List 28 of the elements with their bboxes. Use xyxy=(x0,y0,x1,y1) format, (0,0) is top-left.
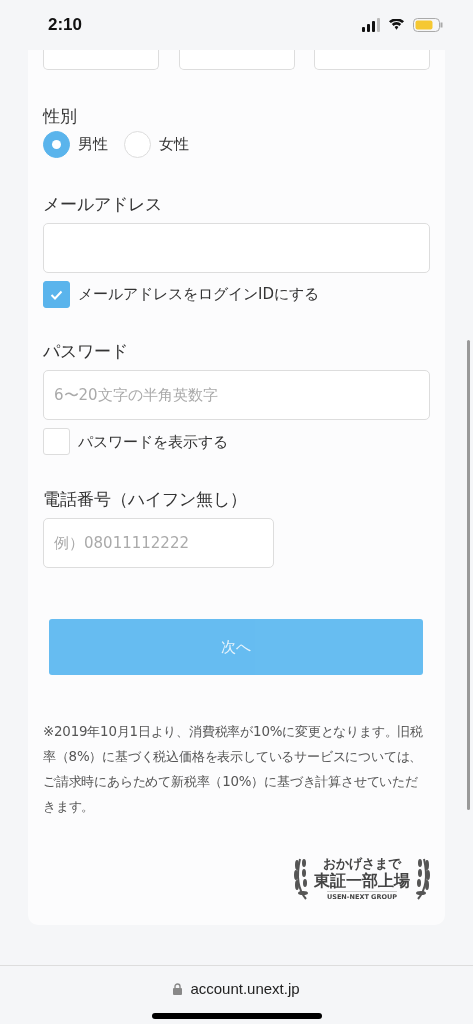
radio-button[interactable] xyxy=(43,131,70,159)
status-time: 2:10 xyxy=(48,14,83,37)
badge-caption: おかげさまで xyxy=(323,856,401,872)
field-label: パスワード xyxy=(43,340,129,363)
signal-icon xyxy=(362,18,380,32)
radio-button[interactable] xyxy=(124,131,151,159)
field-label: 電話番号（ハイフン無し） xyxy=(43,488,248,511)
notice-text: ※2019年10月1日より、消費税率が10%に変更となります。旧税率（8%）に基づく税込価格を表示しているサービスについては、ご請求時にあらためて新税率（10%）に基づき計算させていただきます。 xyxy=(43,723,425,817)
lock-icon xyxy=(173,983,183,996)
checkbox[interactable] xyxy=(43,281,70,309)
badge-title: 東証一部上場 xyxy=(314,873,410,890)
date-field[interactable] xyxy=(43,50,159,70)
field-label: メールアドレス xyxy=(43,193,163,216)
password-field[interactable]: 6〜20文字の半角英数字 xyxy=(43,370,430,421)
phone-field[interactable]: 例）08011112222 xyxy=(43,518,274,569)
radio-label[interactable]: 男性 xyxy=(78,133,108,156)
date-field[interactable] xyxy=(178,50,295,70)
email-field[interactable] xyxy=(43,223,430,274)
checkbox[interactable] xyxy=(43,428,70,456)
checkbox-label[interactable]: メールアドレスをログインIDにする xyxy=(78,283,319,306)
field-label: 性別 xyxy=(43,105,78,128)
radio-label[interactable]: 女性 xyxy=(159,133,189,156)
url-text[interactable]: account.unext.jp xyxy=(190,978,300,1001)
check-icon xyxy=(50,289,63,300)
date-field[interactable] xyxy=(314,50,430,70)
battery-icon xyxy=(413,18,443,32)
wifi-icon xyxy=(388,19,405,31)
checkbox-label[interactable]: パスワードを表示する xyxy=(78,430,228,454)
